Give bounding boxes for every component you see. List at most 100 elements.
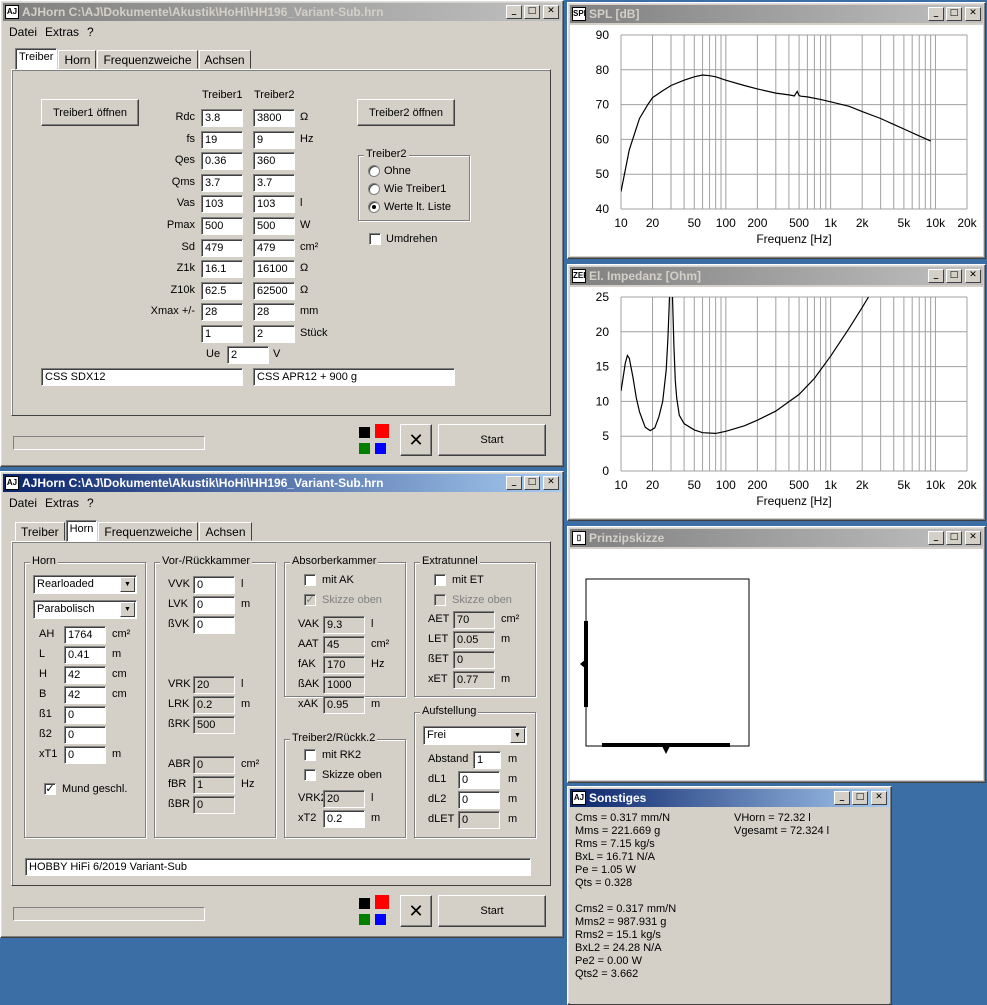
title-bar[interactable]: ▯ Prinzipskizze _ □ ✕	[570, 529, 983, 547]
treiber2-input-4[interactable]: 103	[253, 195, 295, 214]
aufstellung-select[interactable]: Frei ▼	[423, 726, 527, 745]
treiber2-open-button[interactable]: Treiber2 öffnen	[357, 99, 455, 126]
hornFields-input-0[interactable]: 1764	[64, 626, 106, 644]
etFields-input-1[interactable]: 0.05	[453, 631, 495, 649]
color-swatch-black[interactable]	[359, 898, 370, 909]
etFields-input-0[interactable]: 70	[453, 611, 495, 629]
menu-help[interactable]: ?	[83, 23, 98, 41]
kammer-bot-input-0[interactable]: 0	[193, 756, 235, 774]
treiber1-input-7[interactable]: 16.1	[201, 260, 243, 279]
kammerFields-input-2[interactable]: 0	[193, 616, 235, 634]
kammerFields-input-1[interactable]: 0	[193, 596, 235, 614]
hornFields-input-1[interactable]: 0.41	[64, 646, 106, 664]
title-bar[interactable]: ZEL El. Impedanz [Ohm] _ □ ✕	[570, 267, 983, 285]
tab-achsen[interactable]: Achsen	[198, 50, 251, 69]
treiber2-input-2[interactable]: 360	[253, 152, 295, 171]
comment-input[interactable]: HOBBY HiFi 6/2019 Variant-Sub	[25, 858, 531, 876]
treiber1-input-5[interactable]: 500	[201, 217, 243, 235]
horn-type-select[interactable]: Rearloaded ▼	[33, 575, 137, 594]
color-swatch-blue[interactable]	[375, 914, 386, 925]
close-button[interactable]: ✕	[871, 791, 887, 805]
treiber1-input-10[interactable]: 1	[201, 325, 243, 343]
tab-treiber[interactable]: Treiber	[15, 48, 58, 70]
minimize-button[interactable]: _	[506, 5, 522, 19]
treiber1-input-6[interactable]: 479	[201, 238, 243, 257]
treiber1-input-9[interactable]: 28	[201, 303, 243, 322]
treiber2-input-5[interactable]: 500	[253, 217, 295, 235]
tab-achsen[interactable]: Achsen	[199, 522, 252, 541]
treiber2-input-8[interactable]: 62500	[253, 281, 295, 300]
title-bar[interactable]: SPL SPL [dB] _ □ ✕	[570, 5, 983, 23]
etFields-input-2[interactable]: 0	[453, 651, 495, 669]
start-button[interactable]: Start	[438, 424, 546, 456]
hornFields-input-6[interactable]: 0	[64, 746, 106, 764]
rk2Fields-input-1[interactable]: 0.2	[323, 810, 365, 828]
aufstellung-input-0[interactable]: 1	[473, 751, 501, 769]
chevron-down-icon[interactable]: ▼	[120, 577, 135, 592]
et-skizze-checkbox[interactable]	[434, 594, 446, 606]
treiber1-input-3[interactable]: 3.7	[201, 173, 243, 192]
title-bar[interactable]: AJ AJHorn C:\AJ\Dokumente\Akustik\HoHi\H…	[3, 474, 561, 492]
kammer-mid-input-2[interactable]: 500	[193, 716, 235, 734]
mund-geschl-checkbox[interactable]: ✓	[44, 783, 56, 795]
color-swatch-red[interactable]	[375, 424, 389, 438]
tab-horn[interactable]: Horn	[65, 520, 98, 542]
treiber2-input-0[interactable]: 3800	[253, 109, 295, 127]
menu-help[interactable]: ?	[83, 494, 98, 512]
treiber1-input-2[interactable]: 0.36	[201, 152, 243, 171]
color-swatch-green[interactable]	[359, 914, 370, 925]
cancel-x-button[interactable]: ✕	[400, 895, 432, 927]
menu-datei[interactable]: Datei	[5, 23, 41, 41]
treiber2-input-9[interactable]: 28	[253, 303, 295, 322]
absorber-skizze-checkbox[interactable]: ✓	[304, 594, 316, 606]
minimize-button[interactable]: _	[928, 269, 944, 283]
minimize-button[interactable]: _	[834, 791, 850, 805]
kammer-mid-input-0[interactable]: 20	[193, 676, 235, 694]
treiber2-name-input[interactable]: CSS APR12 + 900 g	[253, 368, 455, 386]
color-swatch-green[interactable]	[359, 443, 370, 454]
radio-wie-treiber1[interactable]	[368, 183, 380, 195]
maximize-button[interactable]: □	[524, 476, 540, 490]
minimize-button[interactable]: _	[928, 7, 944, 21]
hornFields-input-5[interactable]: 0	[64, 726, 106, 744]
close-button[interactable]: ✕	[543, 476, 559, 490]
tab-treiber[interactable]: Treiber	[15, 522, 65, 541]
treiber2-input-10[interactable]: 2	[253, 325, 295, 343]
maximize-button[interactable]: □	[946, 7, 962, 21]
mit-ak-checkbox[interactable]	[304, 574, 316, 586]
menu-datei[interactable]: Datei	[5, 494, 41, 512]
tab-horn[interactable]: Horn	[58, 50, 97, 69]
close-button[interactable]: ✕	[965, 531, 981, 545]
absFields-input-1[interactable]: 45	[323, 636, 365, 654]
kammer-mid-input-1[interactable]: 0.2	[193, 696, 235, 714]
hornFields-input-3[interactable]: 42	[64, 686, 106, 704]
mit-rk2-checkbox[interactable]	[304, 749, 316, 761]
absFields-input-4[interactable]: 0.95	[323, 696, 365, 714]
absFields-input-3[interactable]: 1000	[323, 676, 365, 694]
cancel-x-button[interactable]: ✕	[400, 424, 432, 456]
treiber1-input-0[interactable]: 3.8	[201, 109, 243, 127]
treiber2-input-1[interactable]: 9	[253, 130, 295, 149]
kammerFields-input-0[interactable]: 0	[193, 576, 235, 594]
title-bar[interactable]: AJ AJHorn C:\AJ\Dokumente\Akustik\HoHi\H…	[3, 3, 561, 21]
treiber1-input-1[interactable]: 19	[201, 130, 243, 149]
aufstellung-input-2[interactable]: 0	[458, 791, 500, 809]
treiber2-input-6[interactable]: 479	[253, 238, 295, 257]
close-button[interactable]: ✕	[965, 269, 981, 283]
color-swatch-blue[interactable]	[375, 443, 386, 454]
tab-frequenzweiche[interactable]: Frequenzweiche	[98, 522, 199, 541]
menu-extras[interactable]: Extras	[41, 23, 83, 41]
color-swatch-red[interactable]	[375, 895, 389, 909]
minimize-button[interactable]: _	[506, 476, 522, 490]
close-button[interactable]: ✕	[543, 5, 559, 19]
ue-input[interactable]: 2	[227, 346, 269, 364]
close-button[interactable]: ✕	[965, 7, 981, 21]
hornFields-input-4[interactable]: 0	[64, 706, 106, 724]
treiber1-name-input[interactable]: CSS SDX12	[41, 368, 243, 386]
treiber2-input-7[interactable]: 16100	[253, 260, 295, 279]
absFields-input-2[interactable]: 170	[323, 656, 365, 674]
etFields-input-3[interactable]: 0.77	[453, 671, 495, 689]
menu-extras[interactable]: Extras	[41, 494, 83, 512]
treiber2-input-3[interactable]: 3.7	[253, 173, 295, 192]
rueck2-skizze-checkbox[interactable]	[304, 769, 316, 781]
